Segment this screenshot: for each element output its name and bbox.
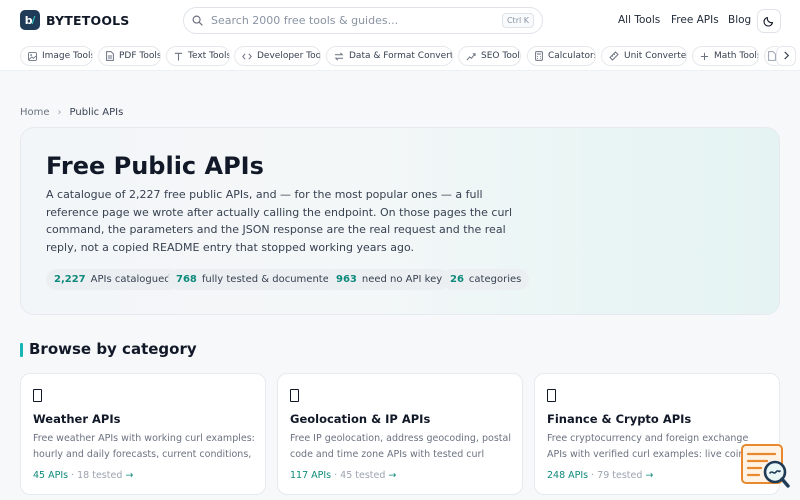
- category-pill-developer-tools[interactable]: Developer Tools: [234, 46, 321, 66]
- search-shortcut-badge: Ctrl K: [501, 13, 534, 28]
- card-description: Free weather APIs with working curl exam…: [33, 433, 255, 460]
- nav-free-apis[interactable]: Free APIs: [671, 14, 719, 26]
- floating-search-widget[interactable]: [741, 444, 791, 489]
- breadcrumb-home-link[interactable]: Home: [20, 107, 50, 118]
- section-accent-bar: [20, 343, 23, 357]
- card-description: Free cryptocurrency and foreign exchange…: [547, 433, 749, 460]
- chart-icon: [466, 51, 476, 61]
- category-pill-unit-converters[interactable]: Unit Converters: [601, 46, 687, 66]
- arrow-right-icon: →: [125, 470, 134, 481]
- search-input[interactable]: Search 2000 free tools & guides... Ctrl …: [183, 7, 543, 34]
- category-pill-text-tools[interactable]: Text Tools: [166, 46, 230, 66]
- brand-mark-icon: b /: [20, 10, 40, 30]
- card-api-count: 248 APIs: [547, 470, 589, 481]
- category-icon: [290, 389, 299, 402]
- nav-blog[interactable]: Blog: [728, 14, 751, 26]
- breadcrumb: Home › Public APIs: [20, 107, 123, 118]
- card-title: Geolocation & IP APIs: [290, 412, 431, 426]
- stat-badge-no-api-key: 963 need no API key: [328, 269, 451, 290]
- category-pill-pdf-tools[interactable]: PDF Tools: [98, 46, 161, 66]
- stat-badge-fully-tested: 768 fully tested & documented: [168, 269, 344, 290]
- category-icon: [33, 389, 42, 402]
- category-card-geolocation[interactable]: Geolocation & IP APIs Free IP geolocatio…: [277, 373, 523, 495]
- plus-icon: [700, 51, 709, 61]
- brand-logo[interactable]: b / BYTETOOLS: [20, 10, 130, 30]
- moon-icon: [763, 12, 775, 31]
- card-tested-count: 79 tested: [597, 470, 643, 481]
- card-api-count: 117 APIs: [290, 470, 332, 481]
- chevron-right-icon: [783, 50, 790, 63]
- category-pill-data-format-converters[interactable]: Data & Format Converters: [326, 46, 453, 66]
- section-title: Browse by category: [29, 340, 197, 358]
- category-pill-calculators[interactable]: Calculators: [527, 46, 596, 66]
- search-placeholder: Search 2000 free tools & guides...: [211, 14, 399, 27]
- top-header: b / BYTETOOLS Search 2000 free tools & gu…: [0, 0, 800, 42]
- category-scroll-right-button[interactable]: [776, 46, 796, 66]
- card-title: Finance & Crypto APIs: [547, 412, 692, 426]
- category-strip: Image Tools PDF Tools Text Tools Develop…: [0, 42, 800, 71]
- hero-panel: Free Public APIs A catalogue of 2,227 fr…: [20, 127, 780, 315]
- card-meta: 248 APIs · 79 tested →: [547, 470, 654, 481]
- stat-badge-apis-catalogued: 2,227 APIs catalogued: [46, 269, 179, 290]
- card-meta: 45 APIs · 18 tested →: [33, 470, 134, 481]
- stat-badge-categories: 26 categories: [442, 269, 530, 290]
- convert-icon: [334, 51, 344, 61]
- brand-name: BYTETOOLS: [46, 12, 130, 28]
- card-tested-count: 45 tested: [340, 470, 386, 481]
- file-icon: [768, 51, 776, 61]
- nav-all-tools[interactable]: All Tools: [618, 14, 660, 26]
- text-icon: [174, 51, 183, 61]
- ruler-icon: [609, 51, 619, 61]
- category-pill-math-tools[interactable]: Math Tools: [692, 46, 759, 66]
- category-pill-seo-tools[interactable]: SEO Tools: [458, 46, 521, 66]
- breadcrumb-current: Public APIs: [69, 107, 124, 118]
- card-api-count: 45 APIs: [33, 470, 69, 481]
- file-icon: [106, 51, 114, 61]
- card-meta: 117 APIs · 45 tested →: [290, 470, 397, 481]
- calculator-icon: [535, 51, 543, 61]
- search-icon: [192, 15, 203, 26]
- arrow-right-icon: →: [645, 470, 654, 481]
- card-tested-count: 18 tested: [77, 470, 123, 481]
- category-icon: [547, 389, 556, 402]
- category-pill-image-tools[interactable]: Image Tools: [20, 46, 93, 66]
- document-search-icon: [741, 444, 791, 493]
- theme-toggle-button[interactable]: [757, 9, 781, 33]
- breadcrumb-separator: ›: [57, 107, 62, 118]
- category-card-weather[interactable]: Weather APIs Free weather APIs with work…: [20, 373, 266, 495]
- card-description: Free IP geolocation, address geocoding, …: [290, 433, 511, 460]
- image-icon: [28, 51, 37, 61]
- hero-description: A catalogue of 2,227 free public APIs, a…: [46, 188, 512, 254]
- code-icon: [242, 51, 252, 61]
- arrow-right-icon: →: [388, 470, 397, 481]
- page-title: Free Public APIs: [46, 152, 264, 180]
- card-title: Weather APIs: [33, 412, 121, 426]
